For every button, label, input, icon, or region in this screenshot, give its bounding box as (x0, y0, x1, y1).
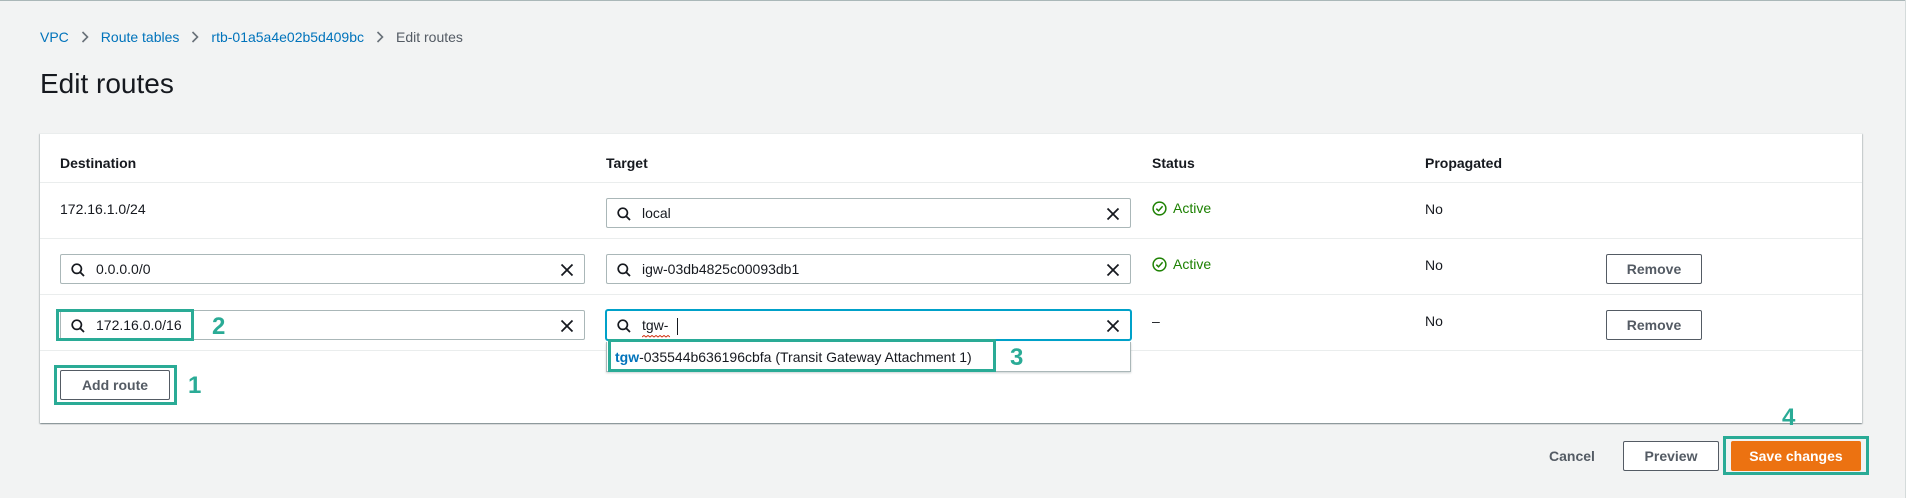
chevron-right-icon (376, 31, 384, 43)
close-icon[interactable] (1106, 207, 1120, 221)
check-circle-icon (1152, 200, 1167, 216)
column-header-target: Target (606, 155, 648, 171)
target-input-active[interactable]: tgw- (606, 310, 1131, 340)
close-icon[interactable] (560, 319, 574, 333)
callout-number: 2 (212, 313, 226, 340)
route-status: Active (1152, 256, 1211, 272)
row-divider (40, 238, 1862, 239)
route-destination-text: 172.16.1.0/24 (60, 201, 146, 217)
breadcrumb: VPC Route tables rtb-01a5a4e02b5d409bc E… (40, 28, 463, 46)
callout-box-destination (56, 309, 194, 341)
row-divider (40, 294, 1862, 295)
search-icon (617, 207, 631, 221)
column-header-status: Status (1152, 155, 1195, 171)
route-propagated: No (1425, 201, 1443, 217)
breadcrumb-route-tables[interactable]: Route tables (101, 29, 180, 45)
route-status-label: Active (1173, 256, 1212, 272)
remove-route-button[interactable]: Remove (1606, 310, 1702, 340)
close-icon[interactable] (1106, 319, 1120, 333)
target-input[interactable]: local (606, 198, 1131, 228)
target-input[interactable]: igw-03db4825c00093db1 (606, 254, 1131, 284)
row-divider (40, 182, 1862, 183)
callout-number: 3 (1010, 344, 1024, 371)
column-header-destination: Destination (60, 155, 137, 171)
callout-number: 4 (1782, 404, 1796, 431)
breadcrumb-route-table-id[interactable]: rtb-01a5a4e02b5d409bc (211, 29, 364, 45)
callout-box-target-option (608, 339, 996, 372)
search-icon (617, 263, 631, 277)
page-title: Edit routes (40, 68, 174, 99)
target-input-value: local (642, 205, 671, 221)
close-icon[interactable] (560, 263, 574, 277)
column-header-propagated: Propagated (1425, 155, 1503, 171)
search-icon (71, 263, 85, 277)
close-icon[interactable] (1106, 263, 1120, 277)
route-status-empty: – (1152, 313, 1160, 329)
spellcheck-underline (642, 335, 670, 338)
breadcrumb-current: Edit routes (395, 29, 463, 45)
destination-input-value: 0.0.0.0/0 (96, 261, 151, 277)
route-propagated: No (1425, 257, 1443, 273)
target-input-value: tgw- (642, 317, 669, 333)
route-status-label: Active (1173, 200, 1212, 216)
route-status: Active (1152, 200, 1211, 216)
destination-input[interactable]: 0.0.0.0/0 (60, 254, 585, 284)
target-input-value: igw-03db4825c00093db1 (642, 261, 800, 277)
breadcrumb-vpc[interactable]: VPC (40, 29, 69, 45)
cancel-button[interactable]: Cancel (1549, 448, 1595, 464)
chevron-right-icon (81, 31, 89, 43)
text-cursor (677, 318, 678, 335)
callout-box-save-changes (1723, 436, 1869, 475)
callout-box-add-route (54, 365, 177, 405)
remove-route-button[interactable]: Remove (1606, 254, 1702, 284)
window-top-border (0, 0, 1906, 1)
preview-button[interactable]: Preview (1623, 441, 1719, 471)
chevron-right-icon (191, 31, 200, 43)
check-circle-icon (1152, 256, 1167, 272)
route-propagated: No (1425, 313, 1443, 329)
callout-number: 1 (188, 372, 202, 399)
search-icon (617, 319, 631, 333)
